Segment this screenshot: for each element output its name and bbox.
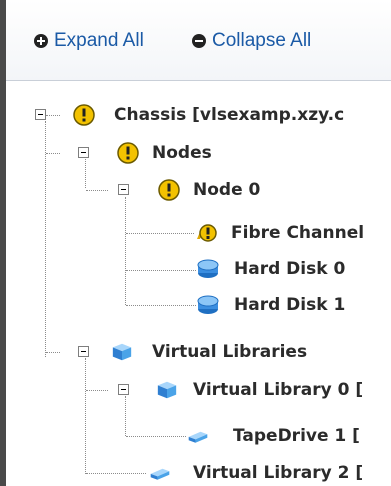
tree-item-fibre-channel[interactable]: Fibre Channel: [231, 222, 364, 244]
tree-item-virtual-library-0[interactable]: Virtual Library 0 [: [193, 379, 363, 401]
virtual-library-icon: [157, 381, 177, 399]
collapse-virtual-library-0-toggle[interactable]: [118, 384, 129, 395]
plus-circle-icon: [34, 34, 48, 48]
tree-item-virtual-libraries[interactable]: Virtual Libraries: [152, 341, 307, 363]
collapse-all-label: Collapse All: [212, 30, 312, 51]
device-tree: Chassis [vlsexamp.xzy.c Nodes Node 0 Fib…: [6, 80, 391, 486]
hard-disk-icon: [197, 295, 219, 314]
tape-drive-icon: [188, 431, 208, 443]
tree-item-virtual-library-2[interactable]: Virtual Library 2 [: [193, 462, 363, 484]
warning-icon: [158, 179, 180, 201]
hard-disk-icon: [197, 259, 219, 278]
warning-icon: [73, 104, 95, 126]
warning-icon: [117, 142, 139, 164]
tree-item-hard-disk-1[interactable]: Hard Disk 1: [234, 294, 345, 316]
collapse-all-button[interactable]: Collapse All: [192, 28, 311, 54]
virtual-library-small-icon: [150, 468, 170, 480]
expand-all-label: Expand All: [54, 30, 144, 51]
tree-item-hard-disk-0[interactable]: Hard Disk 0: [234, 258, 345, 280]
collapse-virtual-libraries-toggle[interactable]: [78, 346, 89, 357]
tree-item-tapedrive-1[interactable]: TapeDrive 1 [: [233, 425, 360, 447]
collapse-nodes-toggle[interactable]: [78, 147, 89, 158]
collapse-chassis-toggle[interactable]: [35, 109, 46, 120]
virtual-library-icon: [112, 343, 132, 361]
tree-item-node-0[interactable]: Node 0: [193, 179, 260, 201]
minus-circle-icon: [192, 34, 206, 48]
tree-toolbar: Expand All Collapse All: [6, 0, 391, 81]
tree-item-nodes[interactable]: Nodes: [152, 142, 212, 164]
collapse-node0-toggle[interactable]: [118, 184, 129, 195]
tree-item-chassis[interactable]: Chassis [vlsexamp.xzy.c: [114, 104, 344, 126]
fibre-channel-warning-icon: [197, 224, 217, 242]
expand-all-button[interactable]: Expand All: [34, 28, 144, 54]
